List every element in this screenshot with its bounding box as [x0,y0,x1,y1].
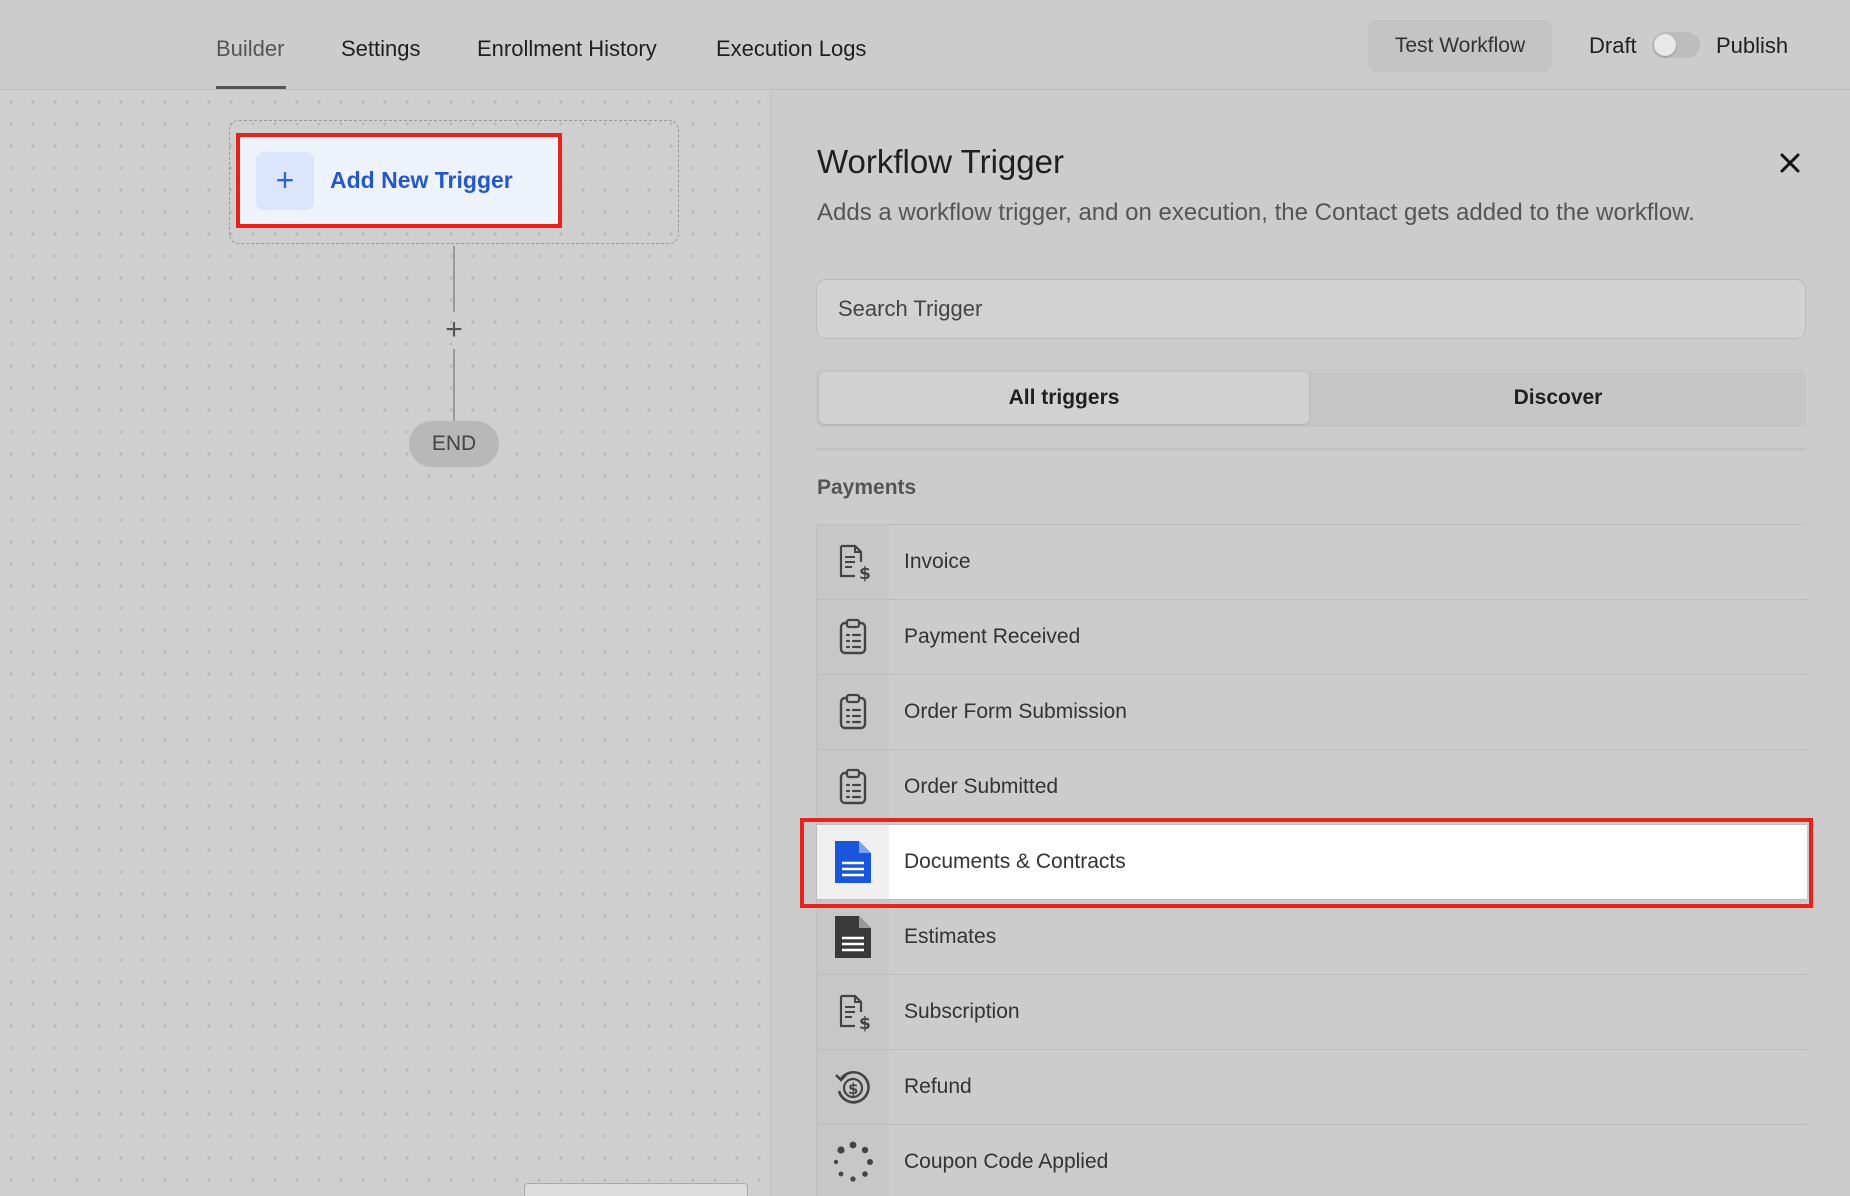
draft-label: Draft [1589,33,1637,58]
trigger-item-coupon-code-applied[interactable]: Coupon Code Applied [817,1125,1807,1196]
search-trigger-input[interactable]: Search Trigger [816,279,1806,339]
connector-line [453,246,455,312]
document-icon [817,900,889,974]
tab-execution-logs[interactable]: Execution Logs [716,36,866,62]
trigger-item-order-form-submission[interactable]: Order Form Submission [817,675,1807,750]
trigger-item-invoice[interactable]: $ Invoice [817,525,1807,600]
trigger-list: $ Invoice Payment Received Order Form Su… [816,524,1807,1196]
workflow-canvas[interactable] [0,91,770,1196]
workflow-trigger-panel: Workflow Trigger Adds a workflow trigger… [771,91,1850,1196]
trigger-item-estimates[interactable]: Estimates [817,900,1807,975]
section-payments-label: Payments [817,476,917,499]
svg-text:$: $ [859,1014,871,1032]
panel-subtitle: Adds a workflow trigger, and on executio… [817,199,1695,226]
divider [816,448,1806,451]
publish-label: Publish [1716,33,1789,58]
minimap[interactable] [524,1183,748,1196]
add-new-trigger-button[interactable]: + Add New Trigger [236,133,562,228]
add-trigger-label: Add New Trigger [330,167,513,193]
trigger-item-label: Subscription [904,1000,1020,1023]
svg-text:$: $ [848,1080,858,1098]
connector-line [453,349,455,421]
publish-toggle[interactable] [1652,32,1700,58]
trigger-tabs: All triggers Discover [816,369,1806,427]
add-step-plus-icon[interactable]: + [440,315,468,345]
refund-icon: $ [817,1050,889,1124]
trigger-item-subscription[interactable]: $ Subscription [817,975,1807,1050]
trigger-item-label: Documents & Contracts [904,850,1126,873]
active-tab-indicator [216,86,286,89]
invoice-dollar-icon: $ [817,975,889,1049]
tab-enrollment-history[interactable]: Enrollment History [477,36,657,62]
trigger-item-label: Order Submitted [904,775,1059,798]
trigger-item-payment-received[interactable]: Payment Received [817,600,1807,675]
tab-builder[interactable]: Builder [216,36,284,62]
clipboard-list-icon [817,750,889,824]
trigger-item-label: Estimates [904,925,997,948]
test-workflow-button[interactable]: Test Workflow [1368,20,1552,72]
tab-discover[interactable]: Discover [1313,372,1803,424]
close-icon[interactable] [1775,148,1805,178]
trigger-item-label: Invoice [904,550,971,573]
trigger-item-label: Payment Received [904,625,1081,648]
tab-settings[interactable]: Settings [341,36,421,62]
toggle-knob [1654,34,1676,56]
tab-all-triggers[interactable]: All triggers [819,372,1309,424]
clipboard-list-icon [817,600,889,674]
trigger-item-order-submitted[interactable]: Order Submitted [817,750,1807,825]
clipboard-list-icon [817,675,889,749]
trigger-item-refund[interactable]: $ Refund [817,1050,1807,1125]
panel-title: Workflow Trigger [817,143,1064,180]
document-icon [817,825,889,899]
trigger-item-label: Refund [904,1075,972,1098]
svg-text:$: $ [859,564,871,582]
trigger-item-label: Coupon Code Applied [904,1150,1109,1173]
top-bar: Builder Settings Enrollment History Exec… [0,0,1850,90]
loading-dots-icon [817,1125,889,1196]
plus-icon: + [256,151,314,210]
invoice-dollar-icon: $ [817,525,889,599]
trigger-item-label: Order Form Submission [904,700,1127,723]
end-node: END [409,421,499,467]
trigger-item-documents-contracts[interactable]: Documents & Contracts [817,825,1807,900]
